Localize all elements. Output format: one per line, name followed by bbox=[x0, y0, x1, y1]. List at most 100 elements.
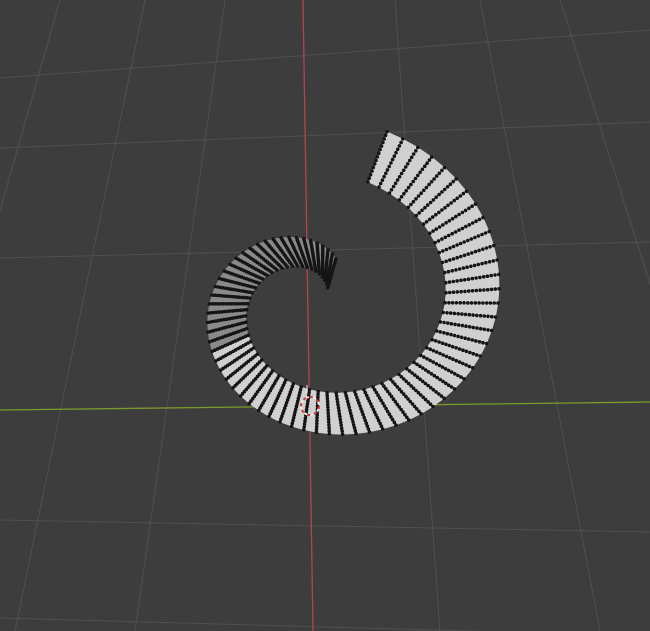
mesh-vertex[interactable] bbox=[270, 369, 275, 373]
mesh-vertex[interactable] bbox=[461, 361, 465, 366]
mesh-vertex[interactable] bbox=[483, 231, 488, 235]
mesh-vertex[interactable] bbox=[464, 189, 469, 194]
mesh-vertex[interactable] bbox=[405, 162, 410, 166]
mesh-vertex[interactable] bbox=[464, 363, 468, 367]
mesh-vertex[interactable] bbox=[434, 195, 439, 199]
mesh-vertex[interactable] bbox=[390, 157, 395, 162]
mesh-vertex[interactable] bbox=[250, 290, 254, 295]
mesh-vertex[interactable] bbox=[382, 137, 387, 141]
mesh-vertex[interactable] bbox=[385, 168, 390, 172]
mesh-vertex[interactable] bbox=[246, 301, 250, 306]
mesh-vertex[interactable] bbox=[444, 247, 449, 252]
mesh-vertex[interactable] bbox=[343, 390, 348, 395]
mesh-vertex[interactable] bbox=[441, 353, 446, 357]
mesh-vertex[interactable] bbox=[425, 161, 429, 165]
mesh-vertex[interactable] bbox=[491, 259, 496, 263]
mesh-vertex[interactable] bbox=[428, 200, 433, 205]
mesh-vertex[interactable] bbox=[425, 346, 429, 350]
mesh-vertex[interactable] bbox=[449, 201, 453, 205]
mesh-vertex[interactable] bbox=[438, 351, 442, 356]
mesh-vertex[interactable] bbox=[489, 273, 494, 278]
mesh-vertex[interactable] bbox=[458, 241, 463, 246]
mesh-vertex[interactable] bbox=[448, 258, 452, 262]
mesh-vertex[interactable] bbox=[473, 202, 478, 206]
mesh-vertex[interactable] bbox=[477, 301, 481, 305]
mesh-vertex[interactable] bbox=[406, 185, 411, 190]
mesh-vertex[interactable] bbox=[399, 140, 403, 145]
mesh-vertex[interactable] bbox=[451, 279, 456, 284]
mesh-vertex[interactable] bbox=[446, 321, 450, 325]
mesh-vertex[interactable] bbox=[285, 264, 290, 269]
mesh-vertex[interactable] bbox=[462, 240, 467, 244]
mesh-vertex[interactable] bbox=[280, 266, 284, 270]
mesh-vertex[interactable] bbox=[421, 222, 426, 226]
mesh-vertex[interactable] bbox=[444, 354, 449, 359]
mesh-vertex[interactable] bbox=[437, 192, 441, 197]
mesh-vertex[interactable] bbox=[474, 219, 478, 223]
mesh-vertex[interactable] bbox=[381, 140, 385, 145]
mesh-vertex[interactable] bbox=[310, 267, 314, 271]
mesh-vertex[interactable] bbox=[406, 205, 411, 210]
mesh-vertex[interactable] bbox=[456, 373, 460, 378]
mesh-vertex[interactable] bbox=[407, 158, 412, 163]
mesh-vertex[interactable] bbox=[478, 326, 483, 331]
mesh-vertex[interactable] bbox=[413, 176, 418, 181]
mesh-vertex[interactable] bbox=[444, 221, 448, 225]
mesh-vertex[interactable] bbox=[409, 155, 414, 160]
mesh-vertex[interactable] bbox=[339, 426, 344, 431]
mesh-vertex[interactable] bbox=[453, 322, 457, 327]
mesh-vertex[interactable] bbox=[372, 162, 377, 166]
mesh-vertex[interactable] bbox=[423, 205, 427, 210]
mesh-vertex[interactable] bbox=[416, 173, 420, 178]
mesh-vertex[interactable] bbox=[334, 391, 339, 395]
mesh-vertex[interactable] bbox=[389, 161, 393, 165]
mesh-vertex[interactable] bbox=[454, 268, 458, 272]
mesh-vertex[interactable] bbox=[476, 234, 481, 238]
mesh-vertex[interactable] bbox=[290, 264, 295, 268]
mesh-vertex[interactable] bbox=[420, 167, 425, 172]
mesh-vertex[interactable] bbox=[449, 332, 453, 337]
mesh-vertex[interactable] bbox=[300, 264, 305, 269]
mesh-vertex[interactable] bbox=[485, 274, 490, 279]
mesh-vertex[interactable] bbox=[277, 374, 281, 378]
mesh-vertex[interactable] bbox=[437, 250, 442, 255]
mesh-vertex[interactable] bbox=[419, 353, 423, 358]
mesh-vertex[interactable] bbox=[434, 350, 439, 354]
mesh-vertex[interactable] bbox=[454, 346, 459, 350]
mesh-vertex[interactable] bbox=[384, 171, 388, 176]
mesh-vertex[interactable] bbox=[466, 252, 471, 256]
mesh-vertex[interactable] bbox=[457, 228, 461, 232]
mesh-vertex[interactable] bbox=[367, 176, 372, 180]
mesh-vertex[interactable] bbox=[463, 336, 468, 341]
mesh-vertex[interactable] bbox=[424, 185, 429, 190]
mesh-vertex[interactable] bbox=[484, 246, 489, 250]
mesh-vertex[interactable] bbox=[409, 182, 413, 187]
mesh-vertex[interactable] bbox=[481, 301, 485, 305]
mesh-vertex[interactable] bbox=[378, 147, 382, 152]
mesh-vertex[interactable] bbox=[444, 291, 448, 295]
mesh-vertex[interactable] bbox=[244, 307, 249, 312]
mesh-vertex[interactable] bbox=[484, 341, 489, 346]
mesh-vertex[interactable] bbox=[487, 260, 492, 264]
mesh-vertex[interactable] bbox=[378, 181, 383, 186]
mesh-vertex[interactable] bbox=[435, 329, 439, 333]
mesh-vertex[interactable] bbox=[433, 339, 438, 343]
mesh-vertex[interactable] bbox=[441, 223, 445, 227]
viewport-canvas[interactable] bbox=[0, 0, 650, 631]
mesh-vertex[interactable] bbox=[463, 208, 468, 213]
mesh-vertex[interactable] bbox=[427, 158, 432, 162]
mesh-vertex[interactable] bbox=[471, 351, 476, 356]
mesh-vertex[interactable] bbox=[437, 210, 441, 215]
mesh-vertex[interactable] bbox=[466, 337, 471, 341]
mesh-vertex[interactable] bbox=[467, 223, 472, 227]
mesh-vertex[interactable] bbox=[270, 270, 274, 275]
mesh-vertex[interactable] bbox=[470, 338, 475, 342]
mesh-vertex[interactable] bbox=[475, 313, 479, 318]
mesh-vertex[interactable] bbox=[457, 347, 462, 351]
mesh-vertex[interactable] bbox=[419, 191, 424, 195]
mesh-vertex[interactable] bbox=[370, 169, 374, 173]
mesh-vertex[interactable] bbox=[490, 314, 494, 319]
mesh-vertex[interactable] bbox=[428, 358, 432, 363]
mesh-vertex[interactable] bbox=[484, 260, 488, 265]
mesh-vertex[interactable] bbox=[452, 333, 457, 338]
